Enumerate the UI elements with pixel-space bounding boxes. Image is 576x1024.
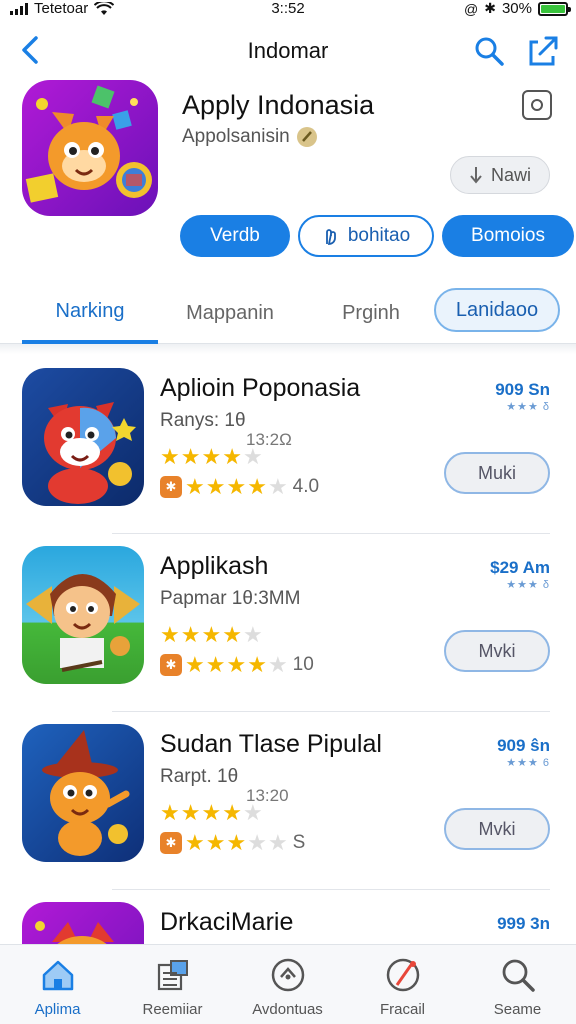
rating-count: 4.0 — [292, 476, 320, 497]
developer-name: Appolsanisin — [182, 126, 290, 147]
app-icon[interactable] — [22, 546, 144, 684]
category-badge-icon: ✱ — [160, 832, 182, 854]
list-item[interactable]: Aplioin Poponasia Ranys: 1θ 13:2Ω ★ ★ ★ ★ ★ … — [0, 356, 576, 534]
battery-icon — [538, 1, 571, 16]
rating-stars: ★ ★ ★ ★ ★ — [160, 800, 263, 825]
tab-bar: Aplima Reemiiar Avdontuas Fracail Seame — [0, 944, 576, 1024]
price-rating: ★★★ 6 — [506, 757, 550, 769]
battery-label: 30% — [501, 0, 532, 17]
search-icon[interactable] — [472, 34, 506, 68]
install-button[interactable]: Nawi — [449, 156, 550, 194]
tabbar-label: Fracail — [379, 1001, 425, 1018]
action-button-2-label: bohitao — [347, 225, 411, 246]
nav-bar: Indomar — [0, 28, 576, 74]
download-arrow-icon — [470, 167, 482, 184]
tabbar-item-avdontuas[interactable]: Avdontuas — [230, 945, 345, 1024]
tab-mappanin[interactable]: Mappanin — [168, 282, 292, 344]
price-rating: ★★★ δ — [506, 401, 550, 413]
tabbar-label: Avdontuas — [252, 1001, 323, 1018]
app-list: Aplioin Poponasia Ranys: 1θ 13:2Ω ★ ★ ★ ★ ★ … — [0, 356, 576, 1024]
rating-stars: ★ ★ ★ ★ ★ — [160, 622, 263, 647]
category-badge-icon: ✱ — [160, 654, 182, 676]
hand-icon — [325, 229, 336, 245]
app-icon[interactable] — [22, 368, 144, 506]
tabbar-item-fracail[interactable]: Fracail — [345, 945, 460, 1024]
developer-row[interactable]: Appolsanisin — [182, 126, 318, 148]
app-price: 909 Sn — [495, 380, 550, 399]
app-title: Sudan Tlase Pipulal — [160, 730, 382, 758]
tabbar-label: Aplima — [34, 1001, 81, 1018]
list-item[interactable]: Applikash Papmar 1θ:3ΜΜ ★ ★ ★ ★ ★ ✱ ★ ★ ★ ★ ★ 10… — [0, 534, 576, 712]
tabbar-item-aplima[interactable]: Aplima — [0, 945, 115, 1024]
home-icon — [42, 960, 73, 991]
rating-row: ✱ ★ ★ ★ ★ ★ S — [160, 830, 305, 856]
tabbar-label: Seame — [493, 1001, 542, 1018]
install-label: Nawi — [490, 164, 531, 185]
app-price: 909 ŝn — [497, 736, 550, 755]
action-button-3[interactable]: Bomoios — [442, 215, 574, 257]
tabbar-label: Reemiiar — [142, 1001, 203, 1018]
rating-count: S — [292, 832, 306, 853]
rating-count: 10 — [292, 654, 314, 675]
tab-ranking[interactable]: Narking — [22, 282, 158, 344]
tab-prginh[interactable]: Prginh — [312, 282, 430, 344]
tabbar-item-seame[interactable]: Seame — [460, 945, 575, 1024]
action-button-3-label: Bomoios — [471, 225, 545, 246]
share-icon[interactable] — [526, 34, 560, 68]
app-title: Applikash — [160, 552, 269, 580]
status-bar: Tetetoar 3::52 @ ✱ 30% — [0, 0, 576, 22]
get-button[interactable]: Mvki — [444, 630, 550, 672]
app-subtitle: Papmar 1θ:3ΜΜ — [160, 588, 301, 609]
get-button[interactable]: Muki — [444, 452, 550, 494]
action-buttons: Verdb bohitao Bomoios — [180, 215, 574, 257]
calendar-icon — [157, 960, 188, 991]
action-button-1-label: Verdb — [210, 225, 260, 246]
action-button-1[interactable]: Verdb — [180, 215, 290, 257]
app-icon[interactable] — [22, 80, 158, 216]
app-icon[interactable] — [22, 724, 144, 862]
rating-stars: ★ ★ ★ ★ ★ — [160, 444, 263, 469]
featured-app: Apply Indonasia Appolsanisin Nawi Verdb … — [0, 80, 576, 270]
bluetooth-icon: ✱ — [484, 0, 496, 16]
rating-row: ✱ ★ ★ ★ ★ ★ 10 — [160, 652, 314, 678]
app-name: Apply Indonasia — [182, 90, 375, 120]
price-rating: ★★★ δ — [506, 579, 550, 591]
app-subtitle: Rarpt. 1θ — [160, 766, 239, 787]
get-button[interactable]: Mvki — [444, 808, 550, 850]
list-item[interactable]: Sudan Tlase Pipulal Rarpt. 1θ 13:20 ★ ★ ★ ★… — [0, 712, 576, 890]
rating-row: ✱ ★ ★ ★ ★ ★ 4.0 — [160, 474, 319, 500]
action-button-2[interactable]: bohitao — [298, 215, 434, 257]
app-title: Aplioin Poponasia — [160, 374, 361, 402]
app-title: DrkaciMarie — [160, 908, 294, 936]
app-price: 999 3n — [497, 914, 550, 933]
location-icon: @ — [464, 0, 479, 17]
bookmark-icon[interactable] — [522, 90, 552, 120]
segment-tabs: Narking Mappanin Prginh Lanidaoo — [0, 282, 576, 344]
tabbar-item-reemiiar[interactable]: Reemiiar — [115, 945, 230, 1024]
pen-icon — [386, 958, 419, 992]
verified-badge-icon — [296, 127, 317, 147]
tab-lanidaoo[interactable]: Lanidaoo — [434, 288, 560, 332]
divider — [0, 344, 576, 354]
app-price: $29 Am — [490, 558, 550, 577]
search-icon — [502, 959, 535, 992]
category-badge-icon: ✱ — [160, 476, 182, 498]
app-subtitle: Ranys: 1θ — [160, 410, 246, 431]
compass-icon — [271, 958, 304, 992]
